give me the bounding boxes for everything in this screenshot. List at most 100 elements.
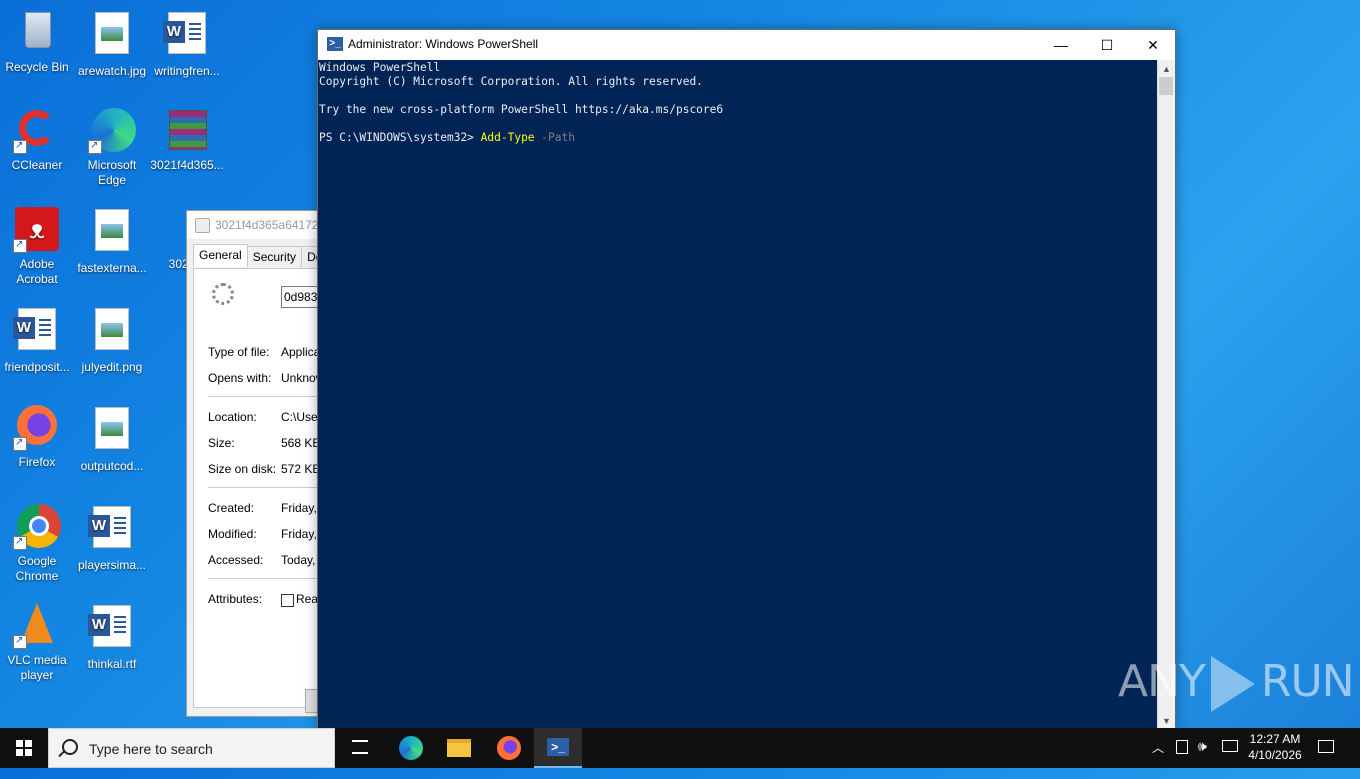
anyrun-watermark: ANY RUN [1118,656,1355,712]
read-only-checkbox[interactable] [281,594,294,607]
word-document-icon: W [163,12,211,60]
desktop-icon-arewatch[interactable]: arewatch.jpg [75,8,149,79]
image-file-icon [88,12,136,60]
prompt-text: PS C:\WINDOWS\system32> [319,131,481,144]
image-file-icon [88,308,136,356]
modified-label: Modified: [208,527,257,541]
tab-security[interactable]: Security [246,246,303,267]
search-placeholder: Type here to search [89,741,213,757]
desktop-icon-3021f4d365-archive[interactable]: 3021f4d365... [150,106,224,173]
gear-icon [212,283,234,305]
firefox-icon [13,403,61,451]
properties-titlebar[interactable]: 3021f4d365a641722 [187,211,327,239]
image-file-icon [88,209,136,257]
divider [208,487,327,488]
desktop-icon-vlc[interactable]: VLC media player [0,601,74,683]
powershell-titlebar[interactable]: >_ Administrator: Windows PowerShell — ☐… [318,30,1175,60]
size-label: Size: [208,436,235,450]
location-value: C:\User [281,410,322,424]
word-document-icon: W [88,605,136,653]
type-label: Type of file: [208,345,270,359]
image-file-icon [88,407,136,455]
desktop-icon-friendposit[interactable]: W friendposit... [0,304,74,375]
windows-logo-icon [16,740,32,756]
attributes-label: Attributes: [208,592,263,606]
desktop-icon-outputcod[interactable]: outputcod... [75,403,149,474]
desktop-icon-adobe-acrobat[interactable]: ᴥ Adobe Acrobat [0,205,74,287]
desktop-icon-microsoft-edge[interactable]: Microsoft Edge [75,106,149,188]
accessed-label: Accessed: [208,553,264,567]
console-output[interactable]: Windows PowerShell Copyright (C) Microso… [318,60,1158,730]
clock-time: 12:27 AM [1249,732,1301,746]
prompt-line: PS C:\WINDOWS\system32> Add-Type -Path [319,131,575,144]
size-value: 568 KB [281,436,321,450]
powershell-window: >_ Administrator: Windows PowerShell — ☐… [317,29,1176,731]
vlc-icon [13,601,61,649]
clock-date: 4/10/2026 [1248,748,1302,762]
desktop-icon-firefox[interactable]: Firefox [0,403,74,470]
firefox-icon [497,736,521,760]
vertical-scrollbar[interactable]: ▲ ▼ [1157,60,1175,730]
start-button[interactable] [0,728,48,768]
taskbar-firefox[interactable] [485,728,533,768]
minimize-button[interactable]: — [1038,30,1084,60]
tab-general[interactable]: General [193,244,248,267]
task-view-button[interactable] [336,728,384,768]
desktop-icon-ccleaner[interactable]: CCleaner [0,106,74,173]
console-line: Copyright (C) Microsoft Corporation. All… [319,75,703,88]
device-icon[interactable] [1176,740,1188,754]
network-icon[interactable] [1222,740,1238,752]
ccleaner-icon [13,106,61,154]
edge-icon [399,736,423,760]
desktop-icon-fastexterna[interactable]: fastexterna... [75,205,149,276]
window-title: Administrator: Windows PowerShell [348,37,539,51]
opens-with-label: Opens with: [208,371,272,385]
watermark-text-right: RUN [1260,656,1355,707]
desktop-icon-google-chrome[interactable]: Google Chrome [0,502,74,584]
word-document-icon: W [13,308,61,356]
play-logo-icon [1210,656,1255,712]
properties-title: 3021f4d365a641722 [215,218,326,232]
notifications-icon[interactable] [1318,740,1334,753]
console-line: Windows PowerShell [319,61,441,74]
taskbar: Type here to search >_ ︿ 🕪 12:27 AM 4/10… [0,728,1360,768]
show-hidden-icons-chevron-icon[interactable]: ︿ [1152,739,1164,779]
file-properties-icon [195,218,210,233]
watermark-text-left: ANY [1118,656,1206,707]
folder-icon [447,739,471,757]
close-button[interactable]: ✕ [1130,30,1176,60]
scroll-thumb[interactable] [1159,77,1173,95]
search-icon [62,739,78,755]
recycle-bin-icon [13,8,61,56]
maximize-button[interactable]: ☐ [1084,30,1130,60]
taskbar-edge[interactable] [387,728,435,768]
location-label: Location: [208,410,257,424]
size-on-disk-value: 572 KB [281,462,321,476]
scroll-down-icon[interactable]: ▼ [1158,714,1175,728]
divider [208,396,327,397]
scroll-up-icon[interactable]: ▲ [1158,62,1175,76]
powershell-icon: >_ [547,738,569,756]
desktop-icon-thinkal[interactable]: W thinkal.rtf [75,601,149,672]
desktop-icon-writingfren[interactable]: W writingfren... [150,8,224,79]
taskbar-file-explorer[interactable] [435,728,483,768]
word-document-icon: W [88,506,136,554]
properties-dialog: 3021f4d365a641722 GeneralSecurityDeta 0d… [186,210,328,717]
search-input[interactable]: Type here to search [48,728,335,768]
volume-icon[interactable]: 🕪 [1198,738,1207,778]
taskbar-powershell[interactable]: >_ [534,728,582,768]
general-panel: 0d983a Type of file: Applicat Opens with… [193,268,327,708]
size-on-disk-label: Size on disk: [208,462,277,476]
clock[interactable]: 12:27 AM 4/10/2026 [1240,731,1310,763]
console-line: Try the new cross-platform PowerShell ht… [319,103,724,116]
desktop-icon-playersima[interactable]: W playersima... [75,502,149,573]
parameter-text: -Path [534,131,575,144]
desktop-icon-julyedit[interactable]: julyedit.png [75,304,149,375]
properties-tabs: GeneralSecurityDeta [193,244,327,268]
divider [208,578,327,579]
chrome-icon [13,502,61,550]
acrobat-icon: ᴥ [13,205,61,253]
desktop-icon-recycle-bin[interactable]: Recycle Bin [0,8,74,75]
edge-icon [88,106,136,154]
created-label: Created: [208,501,255,515]
